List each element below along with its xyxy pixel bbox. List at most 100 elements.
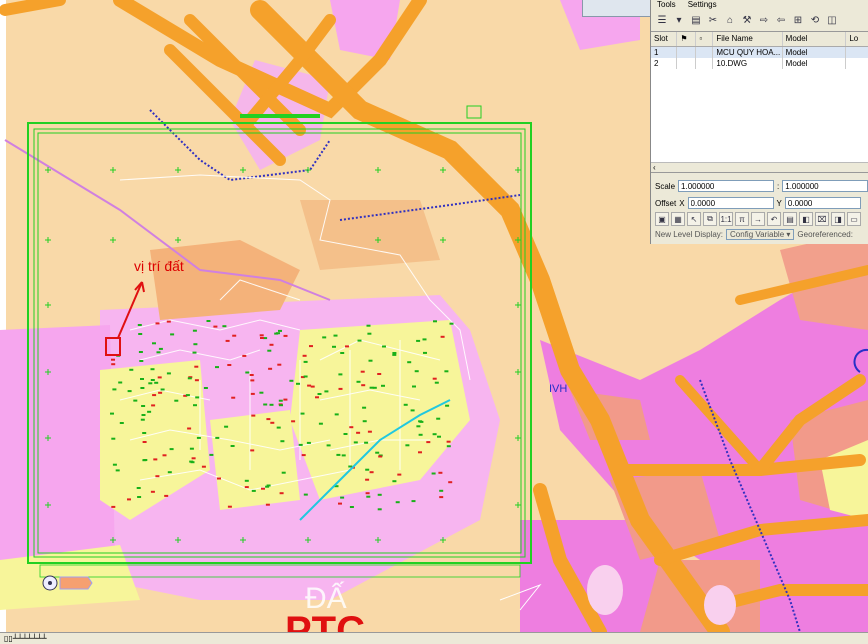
parcel-mark <box>303 493 308 496</box>
attach-icon[interactable]: ▤ <box>689 13 703 27</box>
parcel-mark <box>112 388 117 391</box>
svg-text:ĐẤ: ĐẤ <box>305 581 347 615</box>
exchange-icon[interactable]: ⚒ <box>740 13 754 27</box>
nest-icon[interactable]: → <box>751 212 765 226</box>
parcel-mark <box>281 471 286 474</box>
parcel-mark <box>162 454 167 457</box>
parcel-mark <box>414 370 419 373</box>
scale-separator: : <box>777 181 780 191</box>
raster-icon[interactable]: ◧ <box>799 212 813 226</box>
offset-x-input[interactable] <box>687 197 774 209</box>
parcel-mark <box>418 451 422 454</box>
scale-icon[interactable]: ⊞ <box>791 13 805 27</box>
parcel-mark <box>127 390 132 393</box>
copy-view-icon[interactable]: ⧉ <box>703 212 717 226</box>
true-scale-icon[interactable]: 1:1 <box>719 212 733 226</box>
parcel-mark <box>263 403 268 406</box>
parcel-mark <box>259 334 264 337</box>
parcel-mark <box>296 382 300 385</box>
offset-y-input[interactable] <box>784 197 861 209</box>
level-icon[interactable]: ▤ <box>783 212 797 226</box>
row-model: Model <box>783 47 847 58</box>
parcel-mark <box>291 420 296 423</box>
parcel-mark <box>192 351 197 354</box>
flag-icon[interactable]: ⚑ <box>677 32 697 46</box>
parcel-mark <box>432 433 437 436</box>
parcel-mark <box>225 339 230 342</box>
parcel-mark <box>345 345 349 348</box>
back-icon[interactable]: ↶ <box>767 212 781 226</box>
parcel-mark <box>153 458 158 461</box>
parcel-mark <box>251 414 256 417</box>
parcel-mark <box>375 451 380 454</box>
parcel-mark <box>422 338 427 341</box>
parcel-mark <box>148 382 153 385</box>
parcel-mark <box>160 388 165 391</box>
row-slot: 1 <box>651 47 678 58</box>
table-row[interactable]: 1 MCU QUY HOA... Model <box>651 47 868 58</box>
new-level-select[interactable]: Config Variable ▾ <box>726 229 795 240</box>
parcel-mark <box>433 320 437 323</box>
mirror-icon[interactable]: ◫ <box>825 13 839 27</box>
parcel-mark <box>270 421 275 424</box>
parcel-mark <box>265 503 270 506</box>
parcel-mark <box>187 377 192 380</box>
highlight-icon[interactable]: ◨ <box>831 212 845 226</box>
parcel-mark <box>127 498 131 501</box>
pi-icon[interactable]: π <box>735 212 749 226</box>
dropdown-arrow-icon[interactable]: ▾ <box>672 13 686 27</box>
parcel-mark <box>230 445 235 447</box>
display-icon[interactable]: ▣ <box>655 212 669 226</box>
scale-input-1[interactable] <box>678 180 775 192</box>
col-slot[interactable]: Slot <box>651 32 678 46</box>
references-table[interactable]: Slot ⚑ ▫ File Name Model Lo 1 MCU QUY HO… <box>651 31 868 173</box>
display-toggles: ▣ ▦ ↖ ⧉ 1:1 π → ↶ ▤ ◧ ⌧ ◨ ▭ <box>655 212 861 226</box>
table-row[interactable]: 2 10.DWG Model <box>651 58 868 69</box>
locate-icon[interactable]: ↖ <box>687 212 701 226</box>
col-model[interactable]: Model <box>783 32 847 46</box>
parcel-mark <box>274 332 279 335</box>
table-header: Slot ⚑ ▫ File Name Model Lo <box>651 32 868 47</box>
boundary-icon[interactable]: ▭ <box>847 212 861 226</box>
parcel-mark <box>378 455 383 458</box>
parcel-mark <box>129 368 134 371</box>
parcel-mark <box>166 372 171 375</box>
scroll-left-icon[interactable]: ‹ <box>653 163 656 172</box>
menu-settings[interactable]: Settings <box>688 0 717 9</box>
parcel-mark <box>395 501 400 504</box>
parcel-mark <box>364 441 369 444</box>
scale-input-2[interactable] <box>782 180 868 192</box>
background-window[interactable] <box>582 0 652 17</box>
references-panel[interactable]: Tools Settings ☰ ▾ ▤ ✂ ⌂ ⚒ ⇨ ⇦ ⊞ ⟲ ◫ Slo… <box>650 0 868 244</box>
parcel-mark <box>244 479 249 482</box>
parcel-mark <box>152 342 156 345</box>
clip-icon[interactable]: ⌧ <box>815 212 829 226</box>
copy-icon[interactable]: ⇦ <box>774 13 788 27</box>
parcel-mark <box>298 443 303 446</box>
list-view-icon[interactable]: ☰ <box>655 13 669 27</box>
parcel-mark <box>112 463 117 466</box>
parcel-mark <box>303 375 308 378</box>
reload-icon[interactable]: ⌂ <box>723 13 737 27</box>
parcel-mark <box>141 414 146 416</box>
col-logical[interactable]: Lo <box>846 32 868 46</box>
panel-toolbar: ☰ ▾ ▤ ✂ ⌂ ⚒ ⇨ ⇦ ⊞ ⟲ ◫ <box>651 9 868 32</box>
view-ruler-icon[interactable]: ▯▯┴┴┴┴┴┴┴ <box>4 634 47 643</box>
parcel-mark <box>301 454 306 457</box>
parcel-mark <box>140 418 145 421</box>
parcel-mark <box>369 471 374 474</box>
rotate-icon[interactable]: ⟲ <box>808 13 822 27</box>
col-file-name[interactable]: File Name <box>713 32 783 46</box>
snap-icon[interactable]: ▦ <box>671 212 685 226</box>
menu-tools[interactable]: Tools <box>657 0 676 9</box>
file-icon[interactable]: ▫ <box>696 32 714 46</box>
detach-icon[interactable]: ✂ <box>706 13 720 27</box>
parcel-mark <box>302 354 307 357</box>
zone-label: IVH <box>549 383 568 395</box>
parcel-mark <box>326 444 331 447</box>
parcel-mark <box>245 371 250 374</box>
parcel-mark <box>357 339 362 342</box>
horizontal-scrollbar[interactable]: ‹ <box>651 162 868 172</box>
parcel-mark <box>192 329 197 332</box>
move-icon[interactable]: ⇨ <box>757 13 771 27</box>
